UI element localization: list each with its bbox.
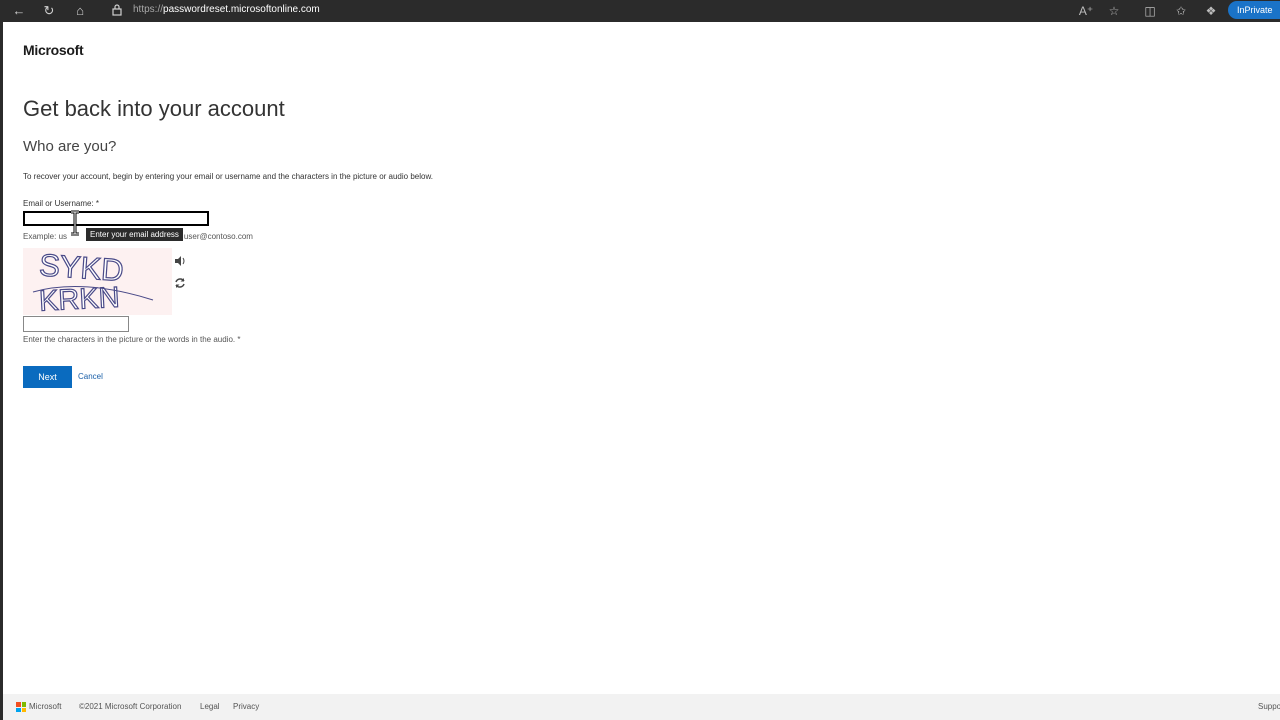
footer-legal-link[interactable]: Legal: [200, 702, 220, 711]
refresh-page-icon[interactable]: ↻: [40, 2, 58, 20]
inprivate-badge[interactable]: InPrivate: [1228, 1, 1280, 19]
cancel-link[interactable]: Cancel: [78, 372, 103, 381]
example-text-tail: r user@contoso.com: [179, 232, 253, 241]
microsoft-brand: Microsoft: [23, 42, 84, 58]
home-icon[interactable]: ⌂: [71, 2, 89, 20]
page-title: Get back into your account: [23, 96, 285, 121]
email-tooltip: Enter your email address: [85, 227, 184, 242]
footer-privacy-link[interactable]: Privacy: [233, 702, 259, 711]
lock-icon[interactable]: [112, 4, 122, 16]
footer-support-link[interactable]: Suppo: [1258, 702, 1280, 711]
page-subtitle: Who are you?: [23, 138, 117, 155]
url-host: passwordreset.microsoftonline.com: [163, 4, 320, 15]
read-aloud-icon[interactable]: A⁺: [1078, 3, 1094, 19]
footer-copyright: ©2021 Microsoft Corporation: [79, 702, 182, 711]
collections-icon[interactable]: ❖: [1203, 3, 1219, 19]
footer: Microsoft ©2021 Microsoft Corporation Le…: [3, 694, 1280, 720]
footer-brand: Microsoft: [29, 702, 62, 711]
text-cursor-icon: [71, 210, 79, 236]
microsoft-logo-icon: [16, 702, 26, 712]
email-field[interactable]: [23, 211, 209, 226]
captcha-image: SYKD KRKN: [23, 247, 172, 318]
audio-speaker-icon[interactable]: [174, 256, 186, 266]
captcha-help-text: Enter the characters in the picture or t…: [23, 335, 241, 344]
captcha-field[interactable]: [23, 316, 129, 332]
page-content: Microsoft Get back into your account Who…: [3, 22, 1280, 694]
next-button[interactable]: Next: [23, 366, 72, 388]
split-screen-icon[interactable]: ◫: [1142, 3, 1158, 19]
back-icon[interactable]: ←: [10, 2, 28, 20]
favorite-star-icon[interactable]: ☆: [1106, 3, 1122, 19]
browser-toolbar: ← ↻ ⌂ https://passwordreset.microsoftonl…: [0, 0, 1280, 22]
url-prefix: https://: [133, 4, 164, 15]
email-label: Email or Username: *: [23, 199, 100, 208]
address-bar[interactable]: https://passwordreset.microsoftonline.co…: [133, 4, 320, 15]
intro-text: To recover your account, begin by enteri…: [23, 172, 434, 181]
refresh-captcha-icon[interactable]: [174, 277, 186, 289]
example-text-head: Example: us: [23, 232, 68, 241]
favorites-icon[interactable]: ✩: [1173, 3, 1189, 19]
